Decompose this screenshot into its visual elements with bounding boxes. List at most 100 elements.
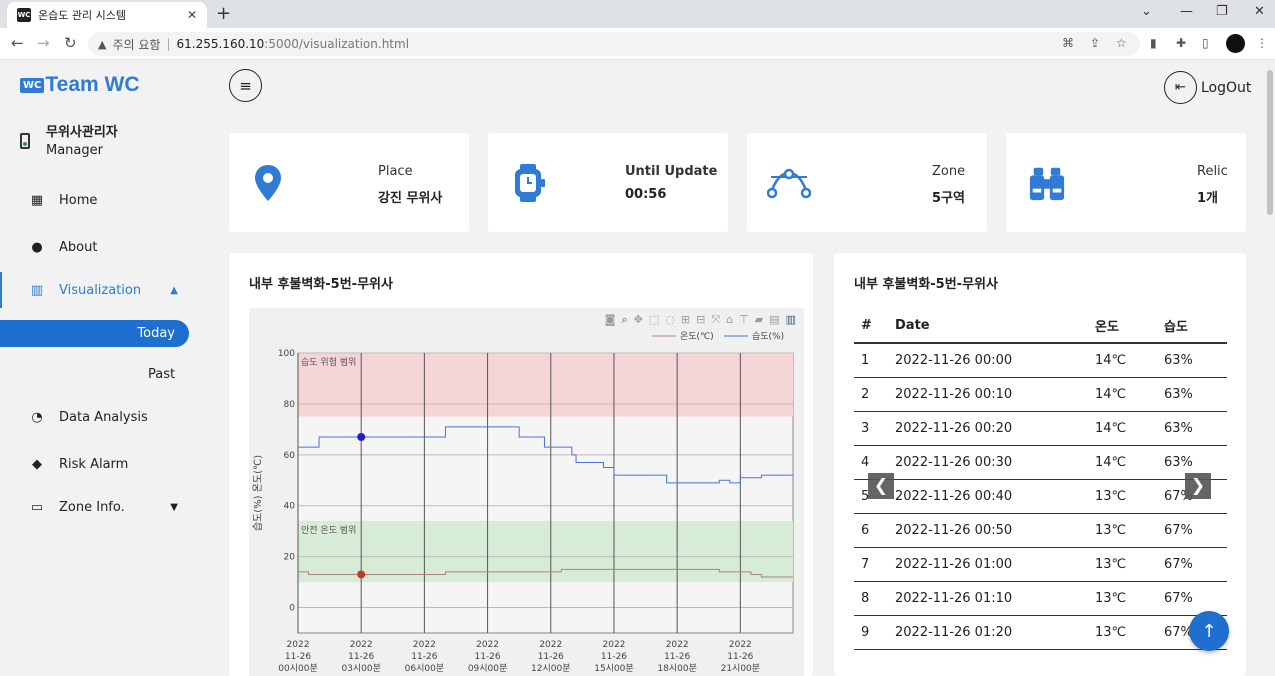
- table-row[interactable]: 8 2022-11-26 01:10 13℃ 67%: [854, 581, 1227, 616]
- cell-date: 2022-11-26 00:10: [888, 377, 1088, 412]
- logout-button[interactable]: ⇤ LogOut: [1164, 71, 1251, 104]
- window-close-icon[interactable]: ✕: [1254, 4, 1265, 19]
- share-icon[interactable]: ⇪: [1090, 36, 1100, 50]
- cell-date: 2022-11-26 00:40: [888, 479, 1088, 514]
- reload-icon[interactable]: ↻: [64, 34, 77, 52]
- url-host: 61.255.160.10: [176, 37, 265, 51]
- card-place-value: 강진 무위사: [378, 191, 443, 206]
- back-icon[interactable]: ←: [11, 34, 24, 52]
- tab-close-icon[interactable]: ✕: [187, 8, 197, 22]
- chart-icon: ▥: [30, 282, 44, 298]
- x-tick-label: 2022: [729, 640, 752, 650]
- col-humidity-header: 습도: [1157, 308, 1227, 344]
- card-place: Place 강진 무위사: [229, 133, 469, 232]
- x-tick-label: 03시00분: [341, 663, 380, 674]
- x-tick-label: 2022: [350, 640, 373, 650]
- menu-toggle-button[interactable]: ≡: [229, 69, 262, 102]
- puzzle-icon[interactable]: ✚: [1176, 36, 1186, 50]
- cell-date: 2022-11-26 00:00: [888, 343, 1088, 378]
- location-pin-icon: [255, 165, 281, 201]
- logo[interactable]: WC Team WC: [20, 73, 140, 97]
- x-tick-label: 2022: [603, 640, 626, 650]
- browser-tab[interactable]: WC 온습도 관리 시스템 ✕: [7, 2, 207, 28]
- cell-index: 2: [854, 377, 888, 412]
- maximize-icon[interactable]: ❐: [1216, 4, 1228, 19]
- translate-icon[interactable]: ⌘: [1062, 36, 1074, 50]
- minimize-icon[interactable]: —: [1180, 4, 1193, 19]
- x-tick-label: 2022: [287, 640, 310, 650]
- user-profile: 무위사관리자 Manager: [20, 121, 118, 158]
- range-band-label: 안전 온도 범위: [301, 525, 356, 536]
- x-tick-label: 12시00분: [531, 663, 570, 674]
- carousel-next-button[interactable]: ❯: [1185, 473, 1211, 499]
- x-tick-label: 11-26: [538, 652, 564, 662]
- x-tick-label: 11-26: [474, 652, 500, 662]
- warning-icon: ▲: [98, 37, 107, 51]
- range-band: [298, 353, 793, 417]
- cell-humidity: 67%: [1157, 513, 1227, 548]
- new-tab-icon[interactable]: +: [216, 3, 231, 24]
- cell-date: 2022-11-26 00:20: [888, 411, 1088, 446]
- nav-about-label: About: [59, 239, 98, 255]
- gauge-icon: ◔: [31, 409, 43, 425]
- profile-avatar[interactable]: [1226, 34, 1245, 53]
- table-row[interactable]: 4 2022-11-26 00:30 14℃ 63%: [854, 445, 1227, 480]
- cell-index: 6: [854, 513, 888, 548]
- nav-zone-info[interactable]: ▭ Zone Info. ▼: [0, 487, 200, 527]
- bookmark-star-icon[interactable]: ☆: [1116, 36, 1127, 50]
- x-tick-label: 09시00분: [468, 663, 507, 674]
- x-tick-label: 2022: [413, 640, 436, 650]
- chevron-down-icon: ▼: [170, 501, 178, 513]
- y-tick-label: 0: [289, 604, 295, 614]
- cell-temperature: 14℃: [1088, 343, 1157, 378]
- cell-temperature: 13℃: [1088, 615, 1157, 650]
- cell-temperature: 14℃: [1088, 377, 1157, 412]
- forward-icon[interactable]: →: [37, 34, 50, 52]
- cell-humidity: 63%: [1157, 377, 1227, 412]
- cell-date: 2022-11-26 00:30: [888, 445, 1088, 480]
- x-tick-label: 06시00분: [405, 663, 444, 674]
- card-relic-value: 1개: [1197, 191, 1219, 206]
- table-row[interactable]: 9 2022-11-26 01:20 13℃ 67%: [854, 615, 1227, 650]
- x-tick-label: 00시00분: [278, 663, 317, 674]
- table-row[interactable]: 3 2022-11-26 00:20 14℃ 63%: [854, 411, 1227, 446]
- table-row[interactable]: 2 2022-11-26 00:10 14℃ 63%: [854, 377, 1227, 412]
- table-row[interactable]: 6 2022-11-26 00:50 13℃ 67%: [854, 513, 1227, 548]
- scroll-top-button[interactable]: ↑: [1189, 611, 1229, 651]
- x-tick-label: 11-26: [285, 652, 311, 662]
- table-row[interactable]: 1 2022-11-26 00:00 14℃ 63%: [854, 343, 1227, 378]
- laptop-icon: ▭: [30, 499, 44, 515]
- table-panel-title: 내부 후불벽화-5번-무위사: [854, 277, 998, 292]
- nav-home[interactable]: ▦ Home: [0, 180, 200, 220]
- carousel-prev-button[interactable]: ❮: [868, 473, 894, 499]
- url-field[interactable]: ▲ 주의 요함 | 61.255.160.10:5000/visualizati…: [88, 32, 1140, 56]
- y-tick-label: 40: [284, 502, 296, 512]
- table-row[interactable]: 7 2022-11-26 01:00 13℃ 67%: [854, 547, 1227, 582]
- sub-nav-today[interactable]: Today: [0, 320, 189, 347]
- logo-text: Team WC: [45, 73, 140, 96]
- browser-tab-bar: WC 온습도 관리 시스템 ✕ + ⌄ — ❐ ✕: [0, 0, 1275, 28]
- hover-marker: [357, 570, 366, 579]
- extension-icon[interactable]: ▮: [1150, 36, 1157, 50]
- card-relic-label: Relic: [1197, 164, 1228, 179]
- cell-index: 9: [854, 615, 888, 650]
- card-zone: Zone 5구역: [747, 133, 987, 232]
- nav-visualization[interactable]: ▥ Visualization ▲: [0, 270, 200, 310]
- scrollbar-thumb[interactable]: [1267, 70, 1273, 215]
- tab-search-icon[interactable]: ⌄: [1141, 4, 1152, 19]
- sub-nav-past[interactable]: Past: [148, 367, 175, 382]
- more-menu-icon[interactable]: ⋮: [1256, 36, 1268, 50]
- chart-container[interactable]: ◙ ⌕ ✥ ⬚ ◌ ⊞ ⊟ ⤧ ⌂ ⊤ ▰ ▤ ▥ 습도 위험 범위 안전 온도 …: [249, 308, 804, 676]
- table-row[interactable]: 5 2022-11-26 00:40 13℃ 67%: [854, 479, 1227, 514]
- x-tick-label: 21시00분: [721, 663, 760, 674]
- cell-temperature: 13℃: [1088, 581, 1157, 616]
- nav-risk-alarm[interactable]: ◆ Risk Alarm: [0, 444, 200, 484]
- sidepanel-icon[interactable]: ▯: [1202, 36, 1209, 50]
- x-tick-label: 11-26: [727, 652, 753, 662]
- legend-label: 온도(℃): [680, 331, 714, 342]
- x-tick-label: 2022: [666, 640, 689, 650]
- nav-data-analysis[interactable]: ◔ Data Analysis: [0, 397, 200, 437]
- nav-about[interactable]: ● About: [0, 227, 200, 267]
- x-tick-label: 11-26: [348, 652, 374, 662]
- y-axis-label: 습도(%) 온도(℃): [252, 455, 264, 531]
